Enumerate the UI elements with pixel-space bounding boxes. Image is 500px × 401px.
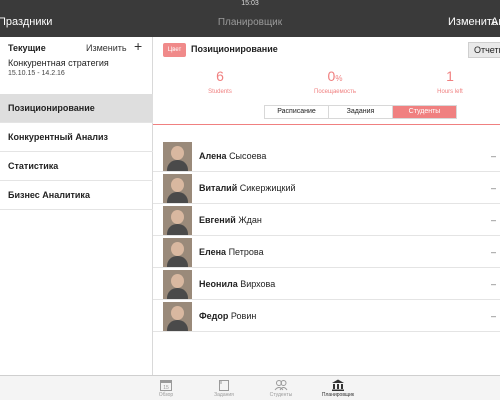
student-value: – [491, 215, 497, 225]
tab-label: Планировщик [321, 392, 355, 398]
avatar [163, 238, 192, 267]
nav-bar: Праздники Планировщик Изменить Ан [0, 8, 500, 37]
calendar-icon: 15 [160, 380, 172, 391]
assignment-icon [219, 380, 229, 391]
report-button[interactable]: Отчеты [468, 42, 500, 58]
tab-students-bottom[interactable]: Студенты [251, 376, 311, 401]
student-name: Евгений Ждан [199, 215, 262, 225]
avatar [163, 142, 192, 171]
accent-divider [153, 124, 500, 125]
tab-overview[interactable]: 15 Обзор [136, 376, 196, 401]
nav-title: Планировщик [217, 17, 283, 28]
avatar [163, 270, 192, 299]
sidebar-item-statistics[interactable]: Статистика [0, 152, 153, 181]
student-row[interactable]: Федор Ровин – [153, 300, 500, 332]
tab-label: Обзор [158, 392, 174, 398]
avatar [163, 174, 192, 203]
sidebar-edit-button[interactable]: Изменить [86, 43, 127, 53]
tab-bar: 15 Обзор Задания Студенты Планировщик [0, 375, 500, 400]
sidebar-item-competitive-analysis[interactable]: Конкурентный Анализ [0, 123, 153, 152]
segmented-tabs: Расписание Задания Студенты [264, 105, 457, 119]
student-name: Федор Ровин [199, 311, 257, 321]
current-label: Текущие [8, 43, 46, 53]
student-row[interactable]: Виталий Сикержицкий – [153, 172, 500, 204]
student-name: Алена Сысоева [199, 151, 267, 161]
stat-attendance: 0% Посещаемость [290, 67, 380, 95]
page-title: Позиционирование [191, 44, 278, 54]
student-name: Неонила Вирхова [199, 279, 276, 289]
stat-hours-left: 1 Hours left [405, 67, 495, 95]
add-icon[interactable]: + [134, 39, 142, 53]
stat-value: 1 [446, 68, 454, 84]
student-name: Елена Петрова [199, 247, 264, 257]
student-value: – [491, 247, 497, 257]
student-name: Виталий Сикержицкий [199, 183, 296, 193]
strategy-name[interactable]: Конкурентная стратегия [8, 58, 109, 68]
stat-students: 6 Students [175, 67, 265, 95]
tab-label: Задания [214, 392, 234, 398]
avatar [163, 206, 192, 235]
sidebar-item-business-analytics[interactable]: Бизнес Аналитика [0, 181, 153, 210]
avatar [163, 302, 192, 331]
student-value: – [491, 279, 497, 289]
status-bar: 15:03 [0, 0, 500, 8]
student-row[interactable]: Алена Сысоева – [153, 140, 500, 172]
student-value: – [491, 183, 497, 193]
nav-more-button[interactable]: Ан [491, 8, 500, 37]
color-tag[interactable]: Цвет [163, 43, 186, 57]
student-value: – [491, 311, 497, 321]
students-icon [274, 380, 288, 391]
stat-label: Students [208, 89, 232, 95]
student-row[interactable]: Евгений Ждан – [153, 204, 500, 236]
student-row[interactable]: Елена Петрова – [153, 236, 500, 268]
strategy-dates: 15.10.15 - 14.2.16 [8, 70, 65, 77]
stat-value: 6 [216, 68, 224, 84]
stat-label: Посещаемость [314, 89, 356, 95]
tab-students[interactable]: Студенты [393, 106, 456, 118]
student-value: – [491, 151, 497, 161]
status-time: 15:03 [241, 0, 259, 7]
tab-planner[interactable]: Планировщик [308, 376, 368, 401]
sidebar-item-positioning[interactable]: Позиционирование [0, 94, 153, 123]
tab-assignments-bottom[interactable]: Задания [194, 376, 254, 401]
sidebar-header: Текущие Изменить + Конкурентная стратеги… [0, 37, 153, 94]
tab-schedule[interactable]: Расписание [265, 106, 329, 118]
main-panel: Цвет Позиционирование Отчеты 6 Students … [153, 37, 500, 375]
planner-icon [332, 379, 344, 391]
sidebar: Текущие Изменить + Конкурентная стратеги… [0, 37, 153, 375]
stat-label: Hours left [437, 89, 463, 95]
tab-assignments[interactable]: Задания [329, 106, 393, 118]
tab-label: Студенты [269, 392, 293, 398]
student-row[interactable]: Неонила Вирхова – [153, 268, 500, 300]
